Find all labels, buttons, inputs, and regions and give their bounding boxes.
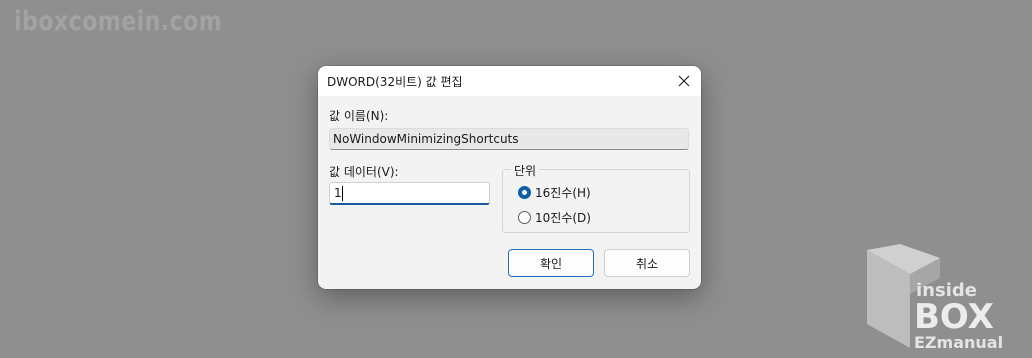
close-icon: [678, 75, 690, 87]
close-button[interactable]: [673, 70, 695, 92]
insidebox-logo: inside BOX EZmanual: [867, 244, 1003, 352]
radio-unselected-icon: [518, 211, 531, 224]
base-group-label: 단위: [511, 162, 540, 179]
value-name-label: 값 이름(N):: [329, 109, 389, 123]
radio-hex-label: 16진수(H): [535, 186, 591, 200]
dword-edit-dialog: DWORD(32비트) 값 편집 값 이름(N): NoWindowMinimi…: [318, 66, 701, 289]
cancel-button[interactable]: 취소: [604, 249, 690, 277]
site-watermark: iboxcomein.com: [14, 6, 223, 37]
ok-button[interactable]: 확인: [508, 249, 594, 277]
value-data-input[interactable]: [329, 182, 490, 205]
dialog-title: DWORD(32비트) 값 편집: [327, 75, 463, 89]
dialog-titlebar: DWORD(32비트) 값 편집: [318, 66, 701, 96]
logo-text-ezmanual: EZmanual: [914, 333, 1003, 352]
value-data-label: 값 데이터(V):: [329, 165, 399, 179]
radio-decimal[interactable]: 10진수(D): [518, 209, 591, 226]
logo-text-box: BOX: [914, 297, 994, 337]
radio-selected-icon: [518, 186, 531, 199]
value-name-field: NoWindowMinimizingShortcuts: [329, 128, 689, 150]
radio-hex[interactable]: 16진수(H): [518, 184, 591, 201]
radio-decimal-label: 10진수(D): [535, 211, 591, 225]
text-caret: [342, 186, 343, 201]
